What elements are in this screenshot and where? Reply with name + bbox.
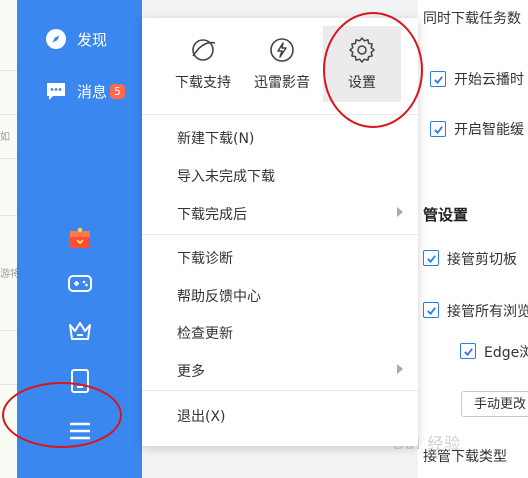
manual-change-button[interactable]: 手动更改 <box>461 391 528 417</box>
menu-item-help-feedback[interactable]: 帮助反馈中心 <box>177 286 261 306</box>
gamepad-icon[interactable] <box>67 270 93 296</box>
menu-item-new-download[interactable]: 新建下载(N) <box>177 128 254 148</box>
checkbox-smart-cache[interactable] <box>430 121 446 137</box>
section-title: 管设置 <box>423 206 469 224</box>
strip-text: 游将 <box>0 269 17 280</box>
divider <box>0 215 17 216</box>
setting-label: 同时下载任务数 <box>423 11 521 27</box>
checkbox-clipboard[interactable] <box>423 250 439 266</box>
divider <box>0 114 17 115</box>
menu-item-diagnose[interactable]: 下载诊断 <box>177 248 233 268</box>
checkbox-edge[interactable] <box>460 343 476 359</box>
menu-item-more[interactable]: 更多 <box>177 361 205 381</box>
tile-download-support[interactable]: 下载支持 <box>164 26 242 102</box>
xunlei-player-icon <box>270 38 294 62</box>
compass-icon <box>45 28 67 50</box>
checkbox-cloud-play[interactable] <box>430 71 446 87</box>
divider <box>0 158 17 159</box>
divider <box>0 384 17 385</box>
divider <box>0 330 17 331</box>
menu-item-exit[interactable]: 退出(X) <box>177 406 226 426</box>
submenu-arrow-icon <box>397 364 403 374</box>
menu-item-import-unfinished[interactable]: 导入未完成下载 <box>177 166 275 186</box>
sidebar-item-messages[interactable]: 消息 5 <box>45 80 126 102</box>
menu-separator <box>142 390 418 391</box>
sidebar-item-label: 消息 <box>77 82 108 101</box>
tile-xunlei-player[interactable]: 迅雷影音 <box>243 26 321 102</box>
setting-label: Edge浏 <box>484 345 528 361</box>
gift-icon[interactable] <box>67 225 93 251</box>
tile-label: 下载支持 <box>175 75 231 91</box>
divider <box>0 70 17 71</box>
checkbox-all-browsers[interactable] <box>423 302 439 318</box>
menu-separator <box>142 234 418 235</box>
crown-icon[interactable] <box>67 318 93 344</box>
setting-label: 接管剪切板 <box>447 252 517 268</box>
setting-label: 开始云播时 <box>454 72 524 88</box>
unread-badge: 5 <box>110 83 126 99</box>
menu-item-after-download[interactable]: 下载完成后 <box>177 204 247 224</box>
download-support-icon <box>192 39 216 61</box>
sidebar-item-discover[interactable]: 发现 <box>45 28 107 50</box>
submenu-arrow-icon <box>397 207 403 217</box>
annotation-circle <box>323 12 423 128</box>
message-icon <box>45 80 67 102</box>
menu-item-check-update[interactable]: 检查更新 <box>177 323 233 343</box>
setting-label: 接管所有浏览 <box>447 304 528 320</box>
setting-label: 开启智能缓 <box>454 122 524 138</box>
strip-text: 如 <box>0 132 10 143</box>
annotation-circle <box>2 382 122 448</box>
tile-label: 迅雷影音 <box>254 75 310 91</box>
sidebar-item-label: 发现 <box>77 30 108 49</box>
